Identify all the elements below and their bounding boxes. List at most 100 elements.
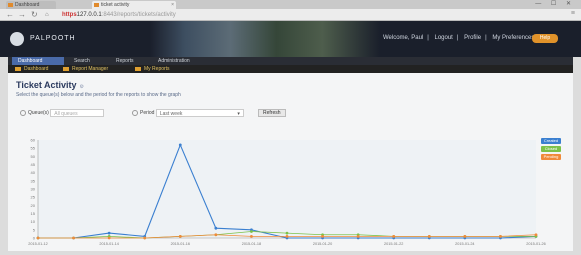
- app-header: PALPOOTH Welcome, Paul | Logout | Profile |…: [0, 21, 581, 57]
- help-button[interactable]: Help: [532, 34, 558, 43]
- y-tick-label: 0: [33, 236, 36, 241]
- legend-item-closed[interactable]: Closed: [541, 146, 561, 152]
- period-select[interactable]: Last week ▾: [155, 109, 244, 117]
- y-tick-label: 45: [31, 162, 36, 167]
- user-link[interactable]: Logout: [434, 35, 452, 41]
- folder-icon: [135, 67, 141, 71]
- data-point-closed: [250, 230, 253, 233]
- period-label: Period: [140, 110, 155, 116]
- url-path: :8443/reports/tickets/activity: [101, 12, 176, 18]
- app-logo-icon[interactable]: [10, 32, 24, 46]
- data-point-closed: [285, 231, 289, 235]
- favicon-icon: [8, 3, 13, 7]
- user-link[interactable]: Profile: [464, 35, 481, 41]
- chart-legend: Created Closed Pending: [541, 138, 561, 162]
- home-icon[interactable]: ⌂: [45, 10, 49, 20]
- x-tick-label: 2015-01-20: [313, 242, 332, 246]
- y-tick-label: 60: [31, 138, 36, 143]
- url-host: 127.0.0.1: [76, 12, 102, 18]
- data-point-pending: [285, 234, 289, 238]
- legend-item-created[interactable]: Created: [541, 138, 561, 144]
- y-tick-label: 55: [31, 146, 36, 151]
- data-point-pending: [499, 234, 502, 238]
- url-scheme: https: [62, 12, 77, 18]
- reload-icon[interactable]: ↻: [31, 10, 38, 20]
- data-point-created: [107, 231, 111, 235]
- refresh-label: Refresh: [263, 110, 281, 116]
- screenshot-root: Dashboard ticket activity × — ☐ ✕ ← → ↻ …: [0, 0, 581, 255]
- user-link[interactable]: Welcome, Paul: [383, 35, 423, 41]
- subnav-item-my-reports[interactable]: My Reports: [132, 65, 175, 73]
- y-tick-label: 5: [33, 227, 36, 232]
- data-point-pending: [321, 234, 324, 238]
- y-tick-label: 10: [31, 219, 36, 224]
- app-brand[interactable]: PALPOOTH: [30, 35, 76, 42]
- menu-icon[interactable]: ≡: [571, 10, 575, 17]
- y-tick-label: 20: [31, 203, 36, 208]
- data-point-pending: [534, 233, 538, 237]
- data-point-pending: [178, 234, 182, 238]
- sub-nav: Dashboard Report Manager My Reports: [8, 65, 573, 73]
- subnav-item-report-manager[interactable]: Report Manager: [60, 65, 113, 73]
- page-title-text: Ticket Activity: [16, 80, 77, 90]
- page-description: Select the queue(s) below and the period…: [16, 92, 181, 98]
- period-filter: Period Last week ▾: [132, 109, 244, 117]
- nav-tab-dashboard[interactable]: Dashboard: [12, 57, 64, 65]
- queue-input[interactable]: All queues: [50, 109, 105, 117]
- close-tab-icon[interactable]: ×: [171, 1, 174, 9]
- browser-toolbar: ← → ↻ ⌂ https127.0.0.1:8443/reports/tick…: [0, 9, 581, 21]
- y-tick-label: 40: [31, 170, 36, 175]
- y-tick-label: 25: [31, 195, 36, 200]
- browser-tab-label: ticket activity: [101, 2, 130, 8]
- page-title: Ticket Activity ⚙: [16, 80, 84, 90]
- nav-tab-search[interactable]: Search: [68, 57, 96, 65]
- x-tick-label: 2015-01-16: [171, 242, 190, 246]
- user-link[interactable]: My Preferences: [492, 35, 534, 41]
- subnav-label: Dashboard: [24, 66, 49, 72]
- chevron-down-icon: ▾: [237, 111, 240, 117]
- user-nav: Welcome, Paul | Logout | Profile | My Prefe…: [383, 35, 535, 41]
- address-bar[interactable]: https127.0.0.1:8443/reports/tickets/acti…: [62, 11, 562, 19]
- data-point-pending: [36, 236, 40, 240]
- x-tick-label: 2015-01-14: [99, 242, 118, 246]
- browser-tab-active[interactable]: ticket activity ×: [92, 1, 176, 9]
- x-tick-label: 2015-01-22: [384, 242, 403, 246]
- legend-item-pending[interactable]: Pending: [541, 154, 561, 160]
- subnav-label: Report Manager: [72, 66, 109, 72]
- x-tick-label: 2015-01-24: [455, 242, 474, 246]
- y-tick-label: 50: [31, 154, 36, 159]
- data-point-pending: [107, 236, 111, 240]
- data-point-created: [178, 143, 182, 147]
- data-point-pending: [72, 236, 75, 240]
- y-tick-label: 15: [31, 211, 36, 216]
- window-controls[interactable]: — ☐ ✕: [535, 0, 575, 8]
- calendar-icon: [132, 109, 138, 116]
- back-icon[interactable]: ←: [6, 10, 14, 20]
- data-point-pending: [143, 236, 147, 240]
- settings-icon[interactable]: ⚙: [80, 84, 84, 90]
- browser-tabstrip: Dashboard ticket activity × — ☐ ✕: [0, 0, 581, 9]
- favicon-icon: [94, 3, 99, 7]
- chart-svg: 0 5 10 15 20 25 30 35 40 45 50 55 60 2015-01-12 2015-0…: [28, 138, 545, 247]
- header-banner-image: [150, 21, 380, 57]
- forward-icon[interactable]: →: [18, 10, 26, 20]
- main-nav: Dashboard Search Reports Administration: [8, 57, 573, 65]
- browser-tab[interactable]: Dashboard: [6, 1, 56, 9]
- queue-filter: Queue(s) All queues: [20, 109, 105, 117]
- nav-tab-administration[interactable]: Administration: [152, 57, 196, 65]
- activity-chart: 0 5 10 15 20 25 30 35 40 45 50 55 60 2015-01-12 2015-0…: [16, 130, 565, 250]
- plot-area: [38, 140, 536, 238]
- x-tick-label: 2015-01-12: [28, 242, 47, 246]
- data-point-created: [214, 226, 218, 230]
- data-point-pending: [250, 234, 253, 238]
- nav-tab-reports[interactable]: Reports: [110, 57, 140, 65]
- refresh-button[interactable]: Refresh: [258, 109, 286, 117]
- folder-icon: [63, 67, 69, 71]
- subnav-item-dashboard[interactable]: Dashboard: [12, 65, 53, 73]
- queue-label: Queue(s): [28, 110, 49, 116]
- browser-tab-label: Dashboard: [15, 2, 40, 8]
- data-point-pending: [356, 234, 360, 238]
- data-point-pending: [427, 234, 431, 238]
- x-tick-label: 2015-01-18: [242, 242, 261, 246]
- y-tick-label: 30: [31, 187, 36, 192]
